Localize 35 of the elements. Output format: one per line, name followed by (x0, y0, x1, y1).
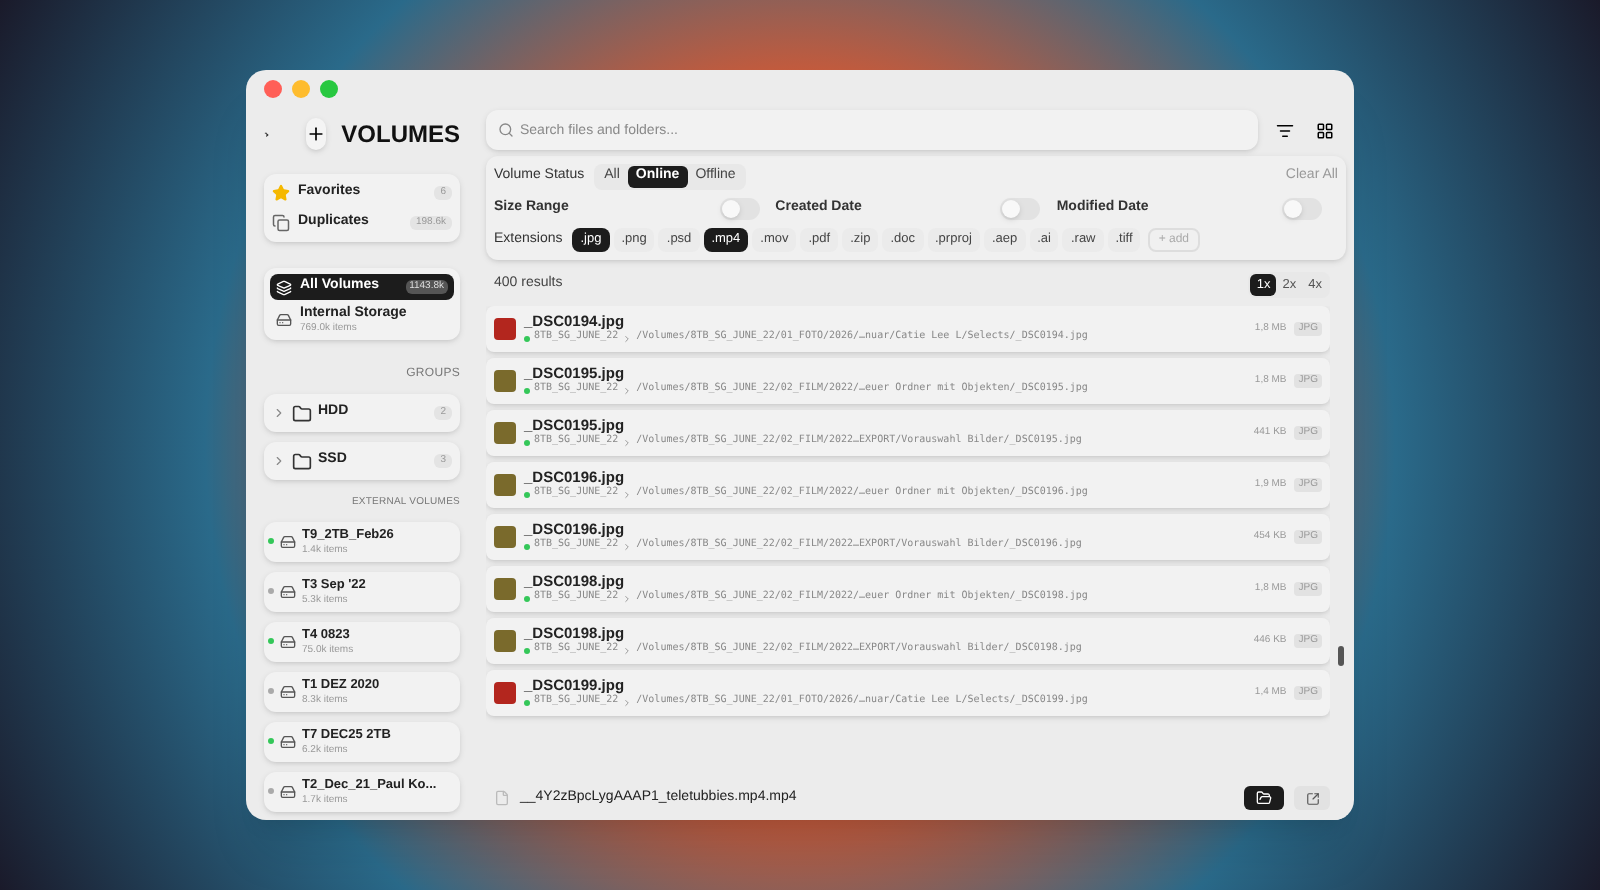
plus-icon (305, 124, 326, 144)
drive-icon (280, 783, 296, 799)
grid-icon (1315, 121, 1333, 139)
folder-icon (1256, 790, 1272, 806)
reveal-folder-button[interactable] (1244, 786, 1284, 810)
open-external-button[interactable] (1294, 786, 1330, 810)
chevron-icon (622, 385, 633, 395)
chevron-icon (622, 541, 633, 551)
drive-icon (276, 311, 292, 327)
filter-icon (1275, 121, 1293, 139)
search-icon (498, 122, 514, 138)
chevron-icon (622, 593, 633, 603)
folder-icon (292, 403, 312, 423)
app-title: VOLUMES (341, 118, 460, 152)
chevron-icon (622, 697, 633, 707)
drive-icon (280, 583, 296, 599)
drive-icon (280, 733, 296, 749)
drive-icon (280, 633, 296, 649)
open-external-icon (1305, 791, 1319, 805)
file-icon (494, 790, 510, 806)
toggle-switch[interactable] (719, 198, 760, 220)
add-button[interactable] (305, 118, 326, 150)
folder-icon (292, 451, 312, 471)
toggle-switch[interactable] (1282, 198, 1323, 220)
scrollbar-thumb[interactable] (1337, 646, 1343, 666)
chevron-icon (622, 333, 633, 343)
copy-icon (272, 214, 290, 232)
star-icon (272, 184, 290, 202)
chevron-icon (622, 489, 633, 499)
drive-icon (280, 683, 296, 699)
chevron-icon (622, 437, 633, 447)
drive-icon (280, 533, 296, 549)
toggle-switch[interactable] (1000, 198, 1041, 220)
layers-icon (276, 279, 292, 295)
chevron-icon (622, 645, 633, 655)
